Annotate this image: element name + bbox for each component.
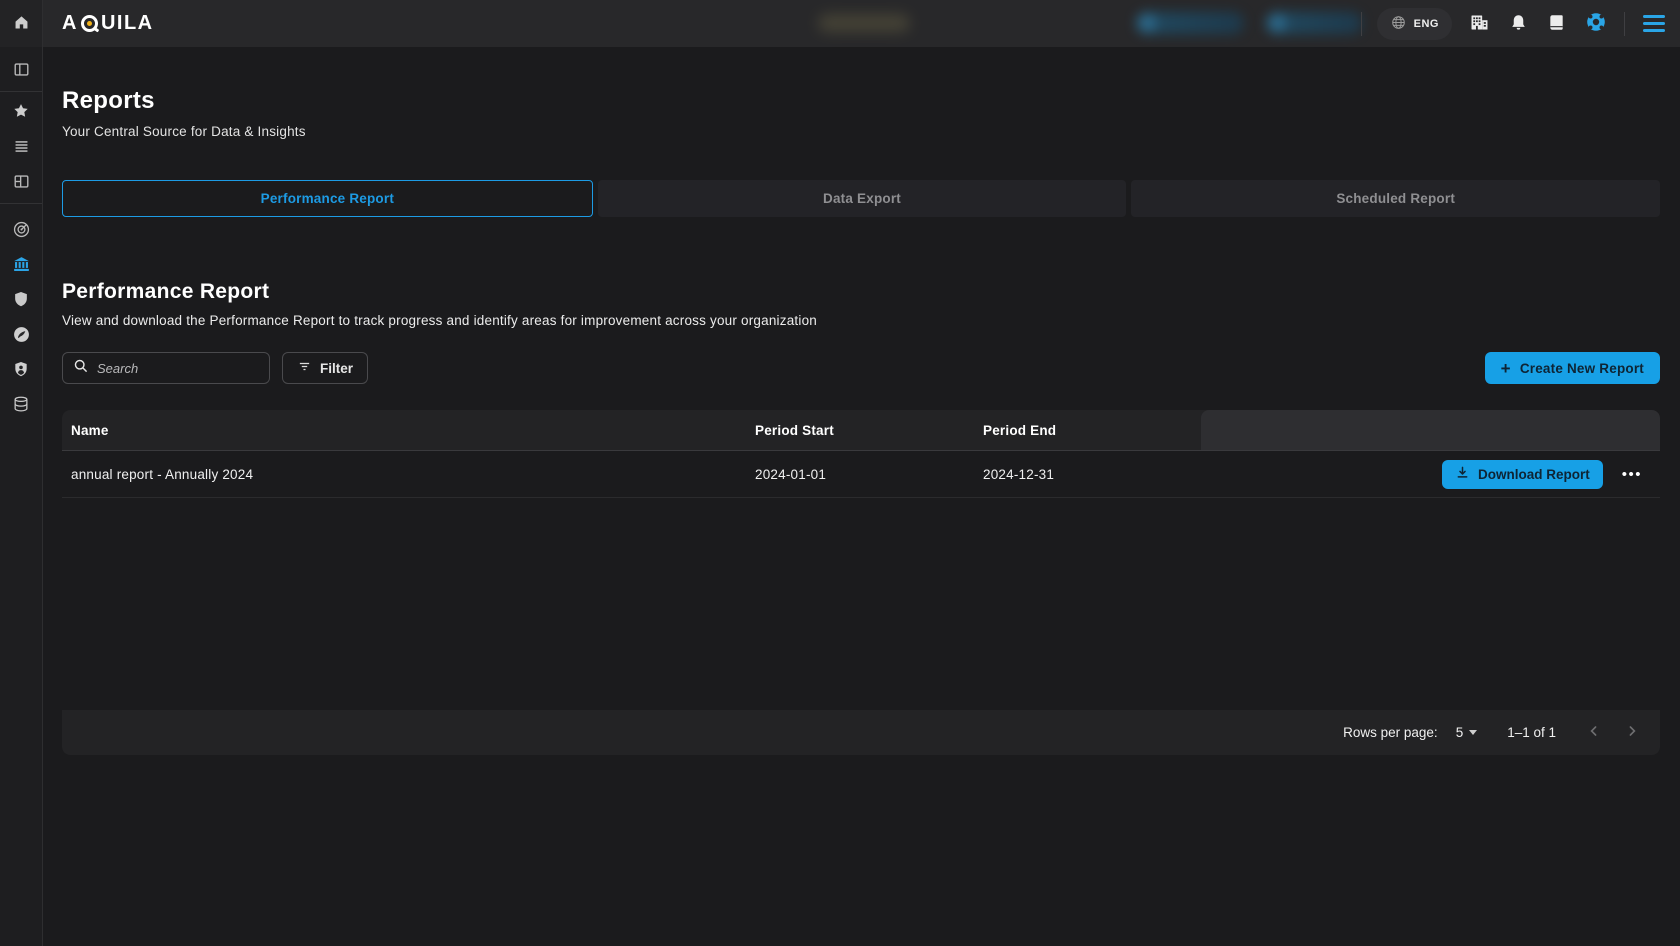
- create-new-report-button[interactable]: + Create New Report: [1485, 352, 1660, 384]
- help-button[interactable]: [1583, 9, 1609, 38]
- sidebar-divider: [0, 91, 42, 92]
- pagination-range: 1–1 of 1: [1507, 725, 1556, 740]
- cell-report-name: annual report - Annually 2024: [62, 467, 755, 482]
- tab-performance-report[interactable]: Performance Report: [62, 180, 593, 217]
- reports-table: Name Period Start Period End annual repo…: [62, 410, 1660, 755]
- home-icon: [13, 14, 30, 34]
- redacted-text: [818, 14, 910, 32]
- row-more-button[interactable]: •••: [1616, 463, 1648, 486]
- section-description: View and download the Performance Report…: [62, 313, 1660, 328]
- language-selector[interactable]: ENG: [1377, 8, 1452, 40]
- building-icon: [1469, 13, 1490, 35]
- docs-button[interactable]: [1545, 11, 1568, 37]
- sidebar-divider: [0, 203, 42, 204]
- brand-logo: AUILA: [62, 12, 154, 35]
- app-root: AUILA ENG: [0, 0, 1680, 946]
- filter-icon: [297, 359, 312, 377]
- filter-button[interactable]: Filter: [282, 352, 368, 384]
- chevron-down-icon: [1469, 730, 1477, 735]
- topbar: AUILA ENG: [43, 0, 1680, 47]
- database-icon: [12, 395, 30, 416]
- help-ring-icon: [1585, 11, 1607, 36]
- chevron-left-icon: [1586, 723, 1602, 742]
- sidebar-item-favorites[interactable]: [0, 95, 42, 130]
- column-header-period-start: Period Start: [755, 423, 983, 438]
- tab-data-export[interactable]: Data Export: [598, 180, 1127, 217]
- section-title: Performance Report: [62, 280, 1660, 304]
- column-header-actions: [1201, 410, 1660, 450]
- language-label: ENG: [1414, 18, 1439, 30]
- organization-button[interactable]: [1467, 11, 1492, 37]
- table-header-row: Name Period Start Period End: [62, 410, 1660, 451]
- search-input[interactable]: [97, 361, 259, 376]
- sidebar-item-user-admin[interactable]: [0, 353, 42, 388]
- cell-actions: Download Report •••: [1201, 451, 1660, 497]
- layout-icon: [13, 173, 30, 193]
- table-pagination: Rows per page: 5 1–1 of 1: [62, 710, 1660, 755]
- table-controls: Filter + Create New Report: [62, 352, 1660, 384]
- main-content: Reports Your Central Source for Data & I…: [43, 47, 1680, 946]
- menu-icon: [1643, 15, 1665, 32]
- panel-left-icon: [13, 61, 30, 81]
- sidebar-item-layout[interactable]: [0, 165, 42, 200]
- book-icon: [1547, 13, 1566, 35]
- search-icon: [73, 358, 89, 379]
- sidebar-item-security[interactable]: [0, 283, 42, 318]
- column-header-period-end: Period End: [983, 423, 1201, 438]
- sidebar-item-panel[interactable]: [0, 53, 42, 88]
- download-report-button[interactable]: Download Report: [1442, 460, 1603, 489]
- home-button[interactable]: [0, 0, 42, 47]
- user-badge-icon: [12, 360, 30, 381]
- sidebar-item-list[interactable]: [0, 130, 42, 165]
- filter-label: Filter: [320, 361, 353, 376]
- cell-period-end: 2024-12-31: [983, 467, 1201, 482]
- page-title: Reports: [62, 87, 1660, 115]
- redacted-chip[interactable]: [1136, 12, 1244, 34]
- redacted-chip[interactable]: [1266, 12, 1362, 34]
- sidebar-item-targets[interactable]: [0, 213, 42, 248]
- sidebar-item-compass[interactable]: [0, 318, 42, 353]
- page-subtitle: Your Central Source for Data & Insights: [62, 124, 1660, 139]
- divider: [1624, 12, 1625, 36]
- topbar-actions: ENG: [1361, 0, 1668, 47]
- download-report-label: Download Report: [1478, 467, 1590, 482]
- bell-icon: [1509, 13, 1528, 35]
- shield-icon: [12, 290, 30, 311]
- divider: [1361, 12, 1362, 36]
- rows-per-page-value: 5: [1456, 725, 1464, 740]
- compass-icon: [12, 325, 31, 347]
- dartboard-icon: [12, 220, 31, 242]
- table-row: annual report - Annually 2024 2024-01-01…: [62, 451, 1660, 498]
- list-icon: [13, 138, 30, 158]
- rows-per-page-label: Rows per page:: [1343, 725, 1438, 740]
- next-page-button[interactable]: [1620, 719, 1644, 746]
- rows-per-page-select[interactable]: 5: [1456, 725, 1478, 740]
- cell-period-start: 2024-01-01: [755, 467, 983, 482]
- bank-icon: [12, 255, 31, 277]
- sidebar-item-database[interactable]: [0, 388, 42, 423]
- previous-page-button[interactable]: [1582, 719, 1606, 746]
- create-new-report-label: Create New Report: [1520, 361, 1644, 376]
- sidebar: [0, 0, 43, 946]
- menu-button[interactable]: [1640, 12, 1668, 35]
- notifications-button[interactable]: [1507, 11, 1530, 37]
- search-box[interactable]: [62, 352, 270, 384]
- plus-icon: +: [1501, 360, 1511, 377]
- logo-q-mark: [81, 15, 98, 32]
- globe-icon: [1390, 14, 1407, 34]
- column-header-name: Name: [62, 423, 755, 438]
- tab-scheduled-report[interactable]: Scheduled Report: [1131, 180, 1660, 217]
- download-icon: [1455, 465, 1470, 483]
- sidebar-item-reports-active[interactable]: [0, 248, 42, 283]
- report-tabs: Performance Report Data Export Scheduled…: [62, 180, 1660, 217]
- chevron-right-icon: [1624, 723, 1640, 742]
- star-icon: [12, 102, 30, 123]
- table-empty-area: [62, 498, 1660, 710]
